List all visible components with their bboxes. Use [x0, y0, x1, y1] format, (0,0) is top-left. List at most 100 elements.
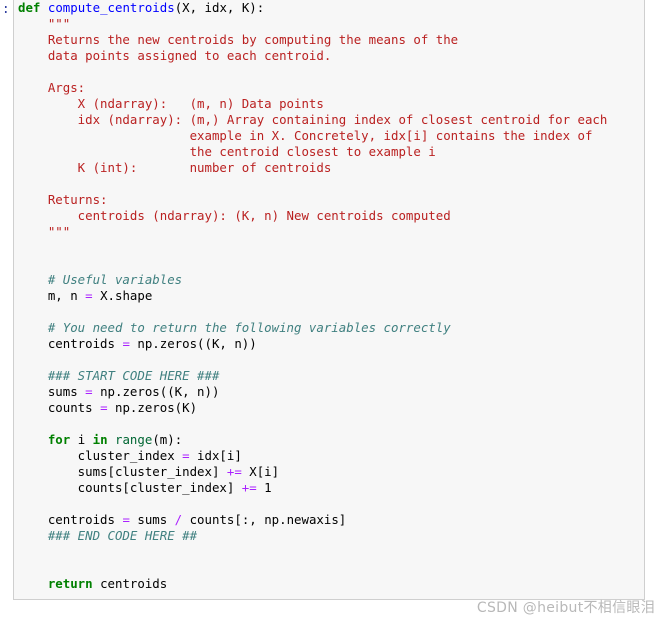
code-token-plain: centroids [18, 512, 123, 527]
code-line: Returns: [18, 192, 108, 207]
code-line [18, 560, 48, 575]
code-line [18, 256, 48, 271]
code-line: sums[cluster_index] += X[i] [18, 464, 279, 479]
code-token-kw: return [47, 576, 93, 591]
code-line: for i in range(m): [18, 432, 182, 447]
cell-execution-prompt: ]: [0, 2, 10, 17]
code-editor-content[interactable]: def compute_centroids(X, idx, K): """ Re… [14, 0, 607, 592]
code-token-fname: compute_centroids [47, 0, 175, 15]
code-token-op: += [241, 480, 257, 495]
notebook-code-cell: ]: def compute_centroids(X, idx, K): """… [0, 0, 663, 622]
code-token-str: Returns: [18, 192, 108, 207]
code-token-plain: (m): [152, 432, 183, 447]
code-line: Returns the new centroids by computing t… [18, 32, 458, 47]
code-line: centroids (ndarray): (K, n) New centroid… [18, 208, 451, 223]
code-token-op: = [182, 448, 190, 463]
code-token-plain: X[i] [241, 464, 280, 479]
code-token-kw: def [18, 0, 41, 15]
code-token-op: = [122, 512, 130, 527]
code-token-str: """ [18, 224, 71, 239]
code-line: K (int): number of centroids [18, 160, 332, 175]
code-token-plain: m, n [18, 288, 86, 303]
code-token-com: # You need to return the following varia… [18, 320, 451, 335]
code-token-plain: np.zeros(K) [107, 400, 198, 415]
code-token-str: Args: [18, 80, 86, 95]
code-line: example in X. Concretely, idx[i] contain… [18, 128, 593, 143]
code-line: return centroids [18, 576, 167, 591]
code-token-str: example in X. Concretely, idx[i] contain… [18, 128, 593, 143]
code-line: counts[cluster_index] += 1 [18, 480, 272, 495]
code-token-plain: sums [129, 512, 175, 527]
code-token-kw: in [92, 432, 108, 447]
code-token-plain: X.shape [92, 288, 153, 303]
code-line: # You need to return the following varia… [18, 320, 451, 335]
code-token-str [18, 176, 48, 191]
code-line: centroids = np.zeros((K, n)) [18, 336, 257, 351]
code-token-plain: counts [18, 400, 101, 415]
code-line: ### END CODE HERE ## [18, 528, 197, 543]
code-line: X (ndarray): (m, n) Data points [18, 96, 324, 111]
code-token-str: the centroid closest to example i [18, 144, 436, 159]
code-token-str: idx (ndarray): (m,) Array containing ind… [18, 112, 608, 127]
code-token-plain: (X, idx, K): [174, 0, 265, 15]
code-line: """ [18, 16, 70, 31]
code-token-plain: 1 [256, 480, 272, 495]
code-token-str [18, 64, 48, 79]
code-line: counts = np.zeros(K) [18, 400, 197, 415]
code-token-plain: i [70, 432, 93, 447]
code-token-str: K (int): number of centroids [18, 160, 332, 175]
code-line: ### START CODE HERE ### [18, 368, 220, 383]
code-line: cluster_index = idx[i] [18, 448, 242, 463]
code-token-plain: sums [18, 384, 86, 399]
code-token-op: = [122, 336, 130, 351]
code-token-str: Returns the new centroids by computing t… [18, 32, 459, 47]
code-token-plain: sums[cluster_index] [18, 464, 227, 479]
code-token-str: data points assigned to each centroid. [18, 48, 332, 63]
code-line [18, 416, 48, 431]
code-line [18, 176, 48, 191]
code-line: data points assigned to each centroid. [18, 48, 331, 63]
code-token-str: X (ndarray): (m, n) Data points [18, 96, 324, 111]
code-line: Args: [18, 80, 85, 95]
code-line: idx (ndarray): (m,) Array containing ind… [18, 112, 608, 127]
code-token-plain: counts[cluster_index] [18, 480, 242, 495]
code-line [18, 544, 48, 559]
code-token-plain: idx[i] [189, 448, 242, 463]
code-line: def compute_centroids(X, idx, K): [18, 0, 264, 15]
code-line: centroids = sums / counts[:, np.newaxis] [18, 512, 346, 527]
code-line: m, n = X.shape [18, 288, 152, 303]
python-source-code[interactable]: def compute_centroids(X, idx, K): """ Re… [18, 0, 607, 592]
code-token-com: ### END CODE HERE ## [18, 528, 198, 543]
code-token-com: # Useful variables [18, 272, 183, 287]
code-token-plain: np.zeros((K, n)) [129, 336, 257, 351]
code-token-str: """ [18, 16, 71, 31]
code-token-str: centroids (ndarray): (K, n) New centroid… [18, 208, 451, 223]
code-token-op: = [85, 288, 93, 303]
code-token-kw: for [47, 432, 71, 447]
code-token-plain: cluster_index [18, 448, 183, 463]
code-token-plain: np.zeros((K, n)) [92, 384, 220, 399]
code-line [18, 352, 48, 367]
code-token-plain: counts[:, np.newaxis] [182, 512, 347, 527]
code-token-builtin: range [115, 432, 153, 447]
code-token-plain: centroids [18, 336, 123, 351]
code-token-op: += [226, 464, 242, 479]
code-line [18, 64, 48, 79]
csdn-watermark: CSDN @heibut不相信眼泪 [476, 600, 655, 616]
code-token-op: = [85, 384, 93, 399]
code-line: """ [18, 224, 70, 239]
code-line [18, 496, 48, 511]
code-line: sums = np.zeros((K, n)) [18, 384, 220, 399]
code-line [18, 304, 48, 319]
code-line: # Useful variables [18, 272, 182, 287]
code-token-plain: centroids [92, 576, 168, 591]
code-editor-area[interactable]: def compute_centroids(X, idx, K): """ Re… [13, 0, 645, 600]
